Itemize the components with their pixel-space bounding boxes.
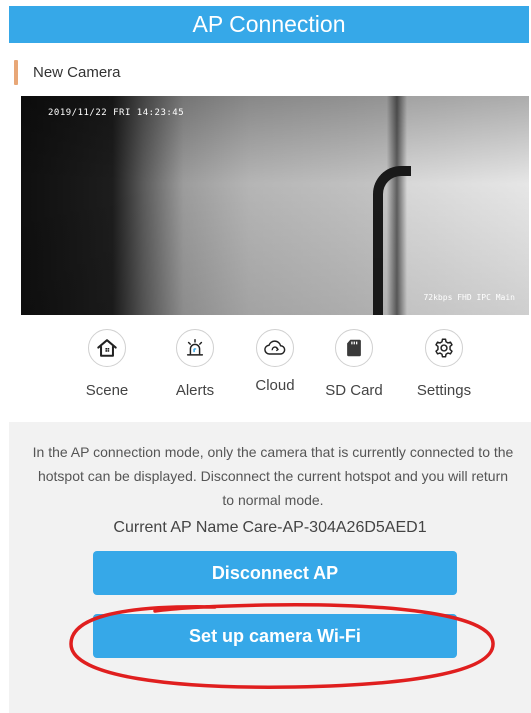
alerts-label: Alerts — [175, 382, 215, 399]
ap-mode-notice: In the AP connection mode, only the came… — [32, 444, 514, 508]
cloud-label: Cloud — [255, 377, 295, 394]
settings-button[interactable]: Settings — [401, 329, 487, 399]
ap-mode-panel: In the AP connection mode, only the came… — [9, 422, 531, 713]
disconnect-ap-button[interactable]: Disconnect AP — [93, 551, 457, 595]
alerts-button[interactable]: Alerts — [152, 329, 238, 399]
device-name: New Camera — [33, 63, 121, 81]
app-header: AP Connection — [9, 6, 529, 43]
setup-camera-wifi-button[interactable]: Set up camera Wi-Fi — [93, 614, 457, 658]
sd-card-icon — [335, 329, 373, 367]
sd-card-button[interactable]: SD Card — [311, 329, 397, 399]
page-title: AP Connection — [192, 11, 346, 37]
ap-name-label: Current AP Name — [113, 519, 239, 536]
ap-name-value: Care-AP-304A26D5AED1 — [242, 519, 427, 536]
settings-label: Settings — [416, 382, 472, 399]
video-status: 72kbps FHD IPC Main — [423, 293, 515, 302]
cloud-icon — [256, 329, 294, 367]
device-row: New Camera — [14, 57, 121, 87]
gear-icon — [425, 329, 463, 367]
cloud-button[interactable]: Cloud — [232, 329, 318, 394]
alarm-icon — [176, 329, 214, 367]
current-ap-name: Current AP Name Care-AP-304A26D5AED1 — [9, 519, 531, 537]
section-marker — [14, 59, 18, 85]
video-timestamp: 2019/11/22 FRI 14:23:45 — [48, 108, 185, 118]
sd-card-label: SD Card — [325, 382, 383, 399]
camera-live-view[interactable]: 2019/11/22 FRI 14:23:45 72kbps FHD IPC M… — [21, 96, 529, 315]
scene-button[interactable]: Scene — [64, 329, 150, 399]
camera-toolbar: Scene Alerts Cloud SD Card Settings — [0, 329, 531, 409]
scene-label: Scene — [85, 382, 129, 399]
home-icon — [88, 329, 126, 367]
